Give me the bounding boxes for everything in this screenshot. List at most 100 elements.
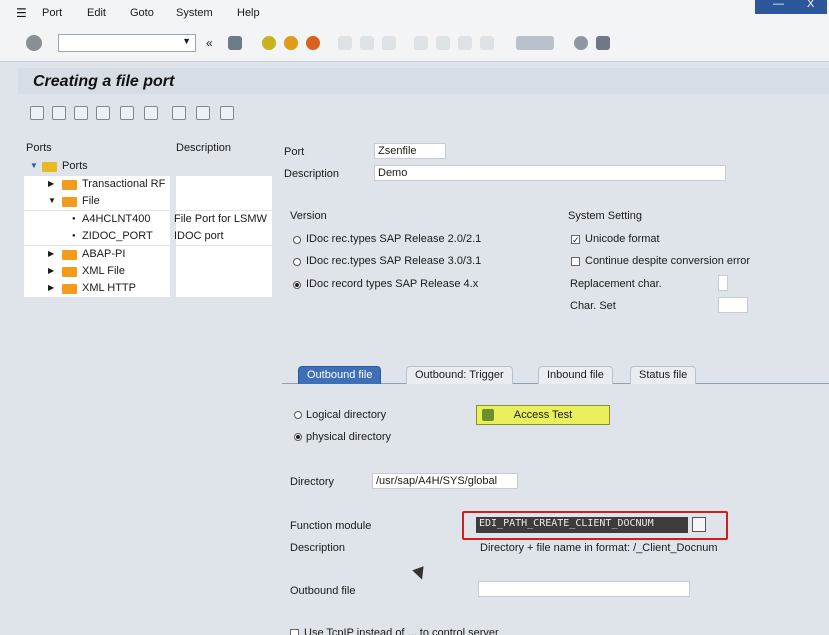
tree-node-a4hclnt400[interactable]: ● A4HCLNT400 File Port for LSMW <box>24 211 274 228</box>
tab-outbound-file[interactable]: Outbound file <box>298 366 382 384</box>
charset-field[interactable] <box>718 297 748 313</box>
leaf-icon: ● <box>72 216 76 222</box>
tab-outbound-trigger[interactable]: Outbound: Trigger <box>406 366 513 384</box>
prev-page-icon <box>436 36 450 50</box>
last-page-icon <box>480 36 494 50</box>
check-icon[interactable] <box>144 106 158 120</box>
collapsed-icon[interactable]: ▶ <box>48 266 54 275</box>
menu-help[interactable]: Help <box>237 7 260 19</box>
tree-root[interactable]: ▼ Ports <box>24 158 274 175</box>
find-icon <box>360 36 374 50</box>
folder-icon <box>42 162 57 172</box>
physical-directory-radio[interactable] <box>294 433 302 441</box>
expanded-icon[interactable]: ▼ <box>30 161 38 170</box>
minimize-button[interactable]: — <box>773 0 784 10</box>
tab-inbound-file[interactable]: Inbound file <box>538 366 613 384</box>
enter-icon[interactable] <box>26 35 42 51</box>
tree-node-transactional-rfc[interactable]: ▶ Transactional RF <box>24 176 274 193</box>
print-icon <box>338 36 352 50</box>
command-field[interactable]: ▼ <box>58 34 196 52</box>
tree-node-label: Ports <box>62 160 88 172</box>
sap-menu-icon[interactable]: ☰ <box>16 6 27 20</box>
menu-goto[interactable]: Goto <box>130 7 154 19</box>
first-page-icon <box>414 36 428 50</box>
unicode-label: Unicode format <box>585 233 660 245</box>
version-label-2x: IDoc rec.types SAP Release 2.0/2.1 <box>306 233 482 245</box>
port-tree: Ports Description ▼ Ports ▶ Transactiona… <box>24 140 274 300</box>
collapse-icon[interactable] <box>220 106 234 120</box>
replacement-char-label: Replacement char. <box>570 278 662 290</box>
menu-system[interactable]: System <box>176 7 213 19</box>
exit-icon[interactable] <box>284 36 298 50</box>
tree-node-zidoc-port[interactable]: ● ZIDOC_PORT IDOC port <box>24 228 274 245</box>
page-title: Creating a file port <box>33 73 175 90</box>
folder-open-icon <box>62 197 77 207</box>
access-test-icon <box>482 409 494 421</box>
tree-column-ports: Ports <box>26 142 52 154</box>
fm-description-label: Description <box>290 542 346 554</box>
tree-node-description: File Port for LSMW <box>174 213 267 225</box>
system-toolbar: ▼ « <box>0 28 829 62</box>
port-field[interactable]: Zsenfile <box>374 143 446 159</box>
tree-column-description: Description <box>176 142 232 154</box>
logical-directory-radio[interactable] <box>294 411 302 419</box>
back-history-icon[interactable]: « <box>206 36 213 50</box>
create-icon[interactable] <box>74 106 88 120</box>
new-session-icon[interactable] <box>516 36 554 50</box>
collapsed-icon[interactable]: ▶ <box>48 283 54 292</box>
menu-edit[interactable]: Edit <box>87 7 106 19</box>
back-icon[interactable] <box>262 36 276 50</box>
function-module-label: Function module <box>290 520 372 532</box>
delete-icon[interactable] <box>120 106 134 120</box>
folder-icon <box>62 284 77 294</box>
expand-icon[interactable] <box>196 106 210 120</box>
tab-status-file[interactable]: Status file <box>630 366 697 384</box>
tree-node-file[interactable]: ▼ File <box>24 193 274 210</box>
save-icon[interactable] <box>228 36 242 50</box>
window-controls: — X <box>755 0 827 14</box>
collapsed-icon[interactable]: ▶ <box>48 249 54 258</box>
description-field[interactable]: Demo <box>374 165 726 181</box>
footer-text: Use TcpIP instead of ... to control serv… <box>304 627 499 635</box>
tree-node-label: A4HCLNT400 <box>82 213 151 225</box>
tcpip-checkbox[interactable] <box>290 629 299 635</box>
help-icon[interactable] <box>574 36 588 50</box>
refresh-icon[interactable] <box>172 106 186 120</box>
version-radio-3x[interactable] <box>293 258 301 266</box>
mouse-cursor-icon <box>412 566 428 582</box>
tree-node-abap-pi[interactable]: ▶ ABAP-PI <box>24 246 274 263</box>
continue-checkbox[interactable] <box>571 257 580 266</box>
unicode-checkbox[interactable]: ✓ <box>571 235 580 245</box>
collapsed-icon[interactable]: ▶ <box>48 179 54 188</box>
description-label: Description <box>284 168 340 180</box>
version-title: Version <box>290 210 327 222</box>
version-radio-2x[interactable] <box>293 236 301 244</box>
tree-node-label: Transactional RF <box>82 178 166 190</box>
version-radio-4x[interactable] <box>293 281 301 289</box>
chevron-down-icon[interactable]: ▼ <box>182 36 191 46</box>
value-help-icon[interactable] <box>692 517 706 532</box>
tree-node-description: IDOC port <box>174 230 224 242</box>
access-test-button[interactable]: Access Test <box>476 405 610 425</box>
function-module-field[interactable]: EDI_PATH_CREATE_CLIENT_DOCNUM <box>476 517 688 533</box>
version-label-4x: IDoc record types SAP Release 4.x <box>306 278 479 290</box>
copy-icon[interactable] <box>96 106 110 120</box>
physical-directory-label: physical directory <box>306 431 391 443</box>
tree-node-label: ABAP-PI <box>82 248 126 260</box>
continue-label: Continue despite conversion error <box>585 255 751 267</box>
tree-node-label: File <box>82 195 100 207</box>
tree-node-xml-http[interactable]: ▶ XML HTTP <box>24 280 274 297</box>
display-change-icon[interactable] <box>30 106 44 120</box>
replacement-char-field[interactable] <box>718 275 728 291</box>
layout-icon[interactable] <box>596 36 610 50</box>
cancel-icon[interactable] <box>306 36 320 50</box>
find-next-icon <box>382 36 396 50</box>
menu-port[interactable]: Port <box>42 7 62 19</box>
folder-icon <box>62 250 77 260</box>
outbound-file-field[interactable] <box>478 581 690 597</box>
close-button[interactable]: X <box>807 0 814 10</box>
directory-field[interactable]: /usr/sap/A4H/SYS/global <box>372 473 518 489</box>
tree-node-xml-file[interactable]: ▶ XML File <box>24 263 274 280</box>
expanded-icon[interactable]: ▼ <box>48 196 56 205</box>
edit-icon[interactable] <box>52 106 66 120</box>
